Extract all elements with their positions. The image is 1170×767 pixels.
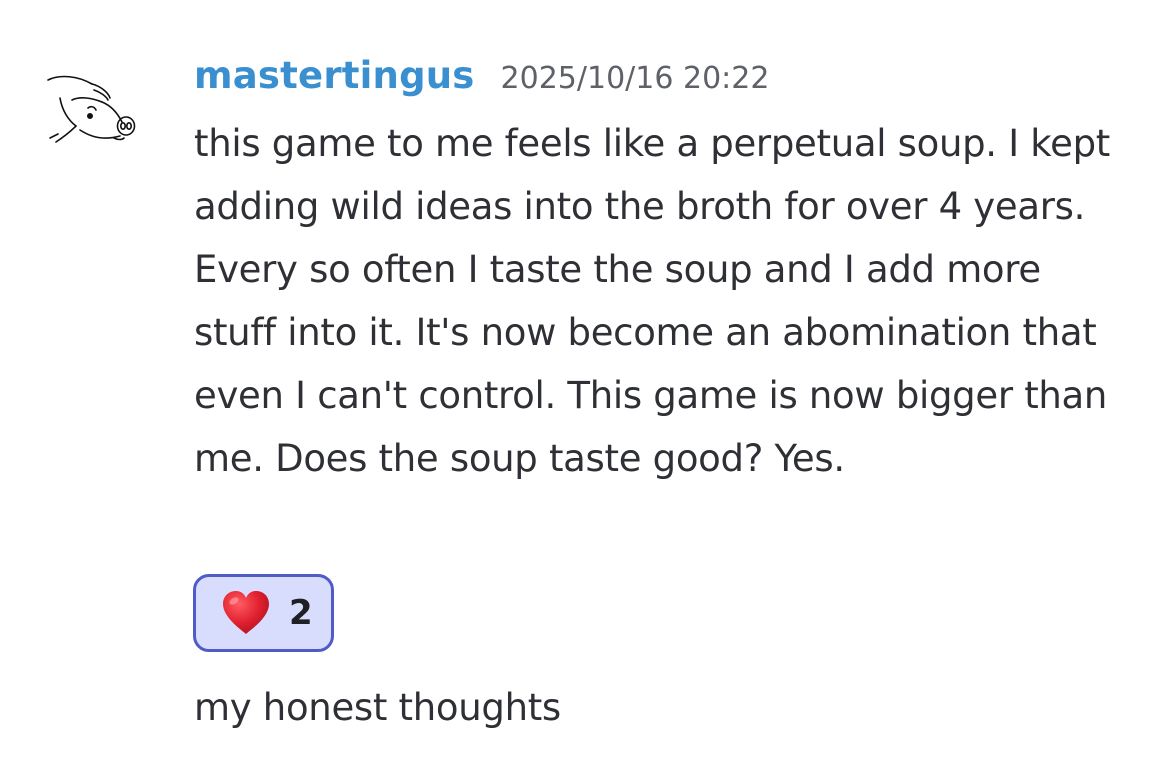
followup-message-text: my honest thoughts: [194, 686, 561, 729]
user-avatar[interactable]: [44, 68, 144, 168]
username[interactable]: mastertingus: [194, 54, 475, 97]
reaction-button[interactable]: 2: [193, 574, 334, 652]
reaction-count: 2: [289, 593, 313, 633]
pig-sketch-icon: [47, 75, 136, 143]
message-content: mastertingus 2025/10/16 20:22 this game …: [194, 54, 1134, 490]
message-header: mastertingus 2025/10/16 20:22: [194, 54, 1134, 102]
red-heart-icon: [221, 590, 271, 636]
chat-message: mastertingus 2025/10/16 20:22 this game …: [0, 0, 1170, 767]
timestamp: 2025/10/16 20:22: [500, 61, 770, 96]
message-text: this game to me feels like a perpetual s…: [194, 122, 1110, 480]
